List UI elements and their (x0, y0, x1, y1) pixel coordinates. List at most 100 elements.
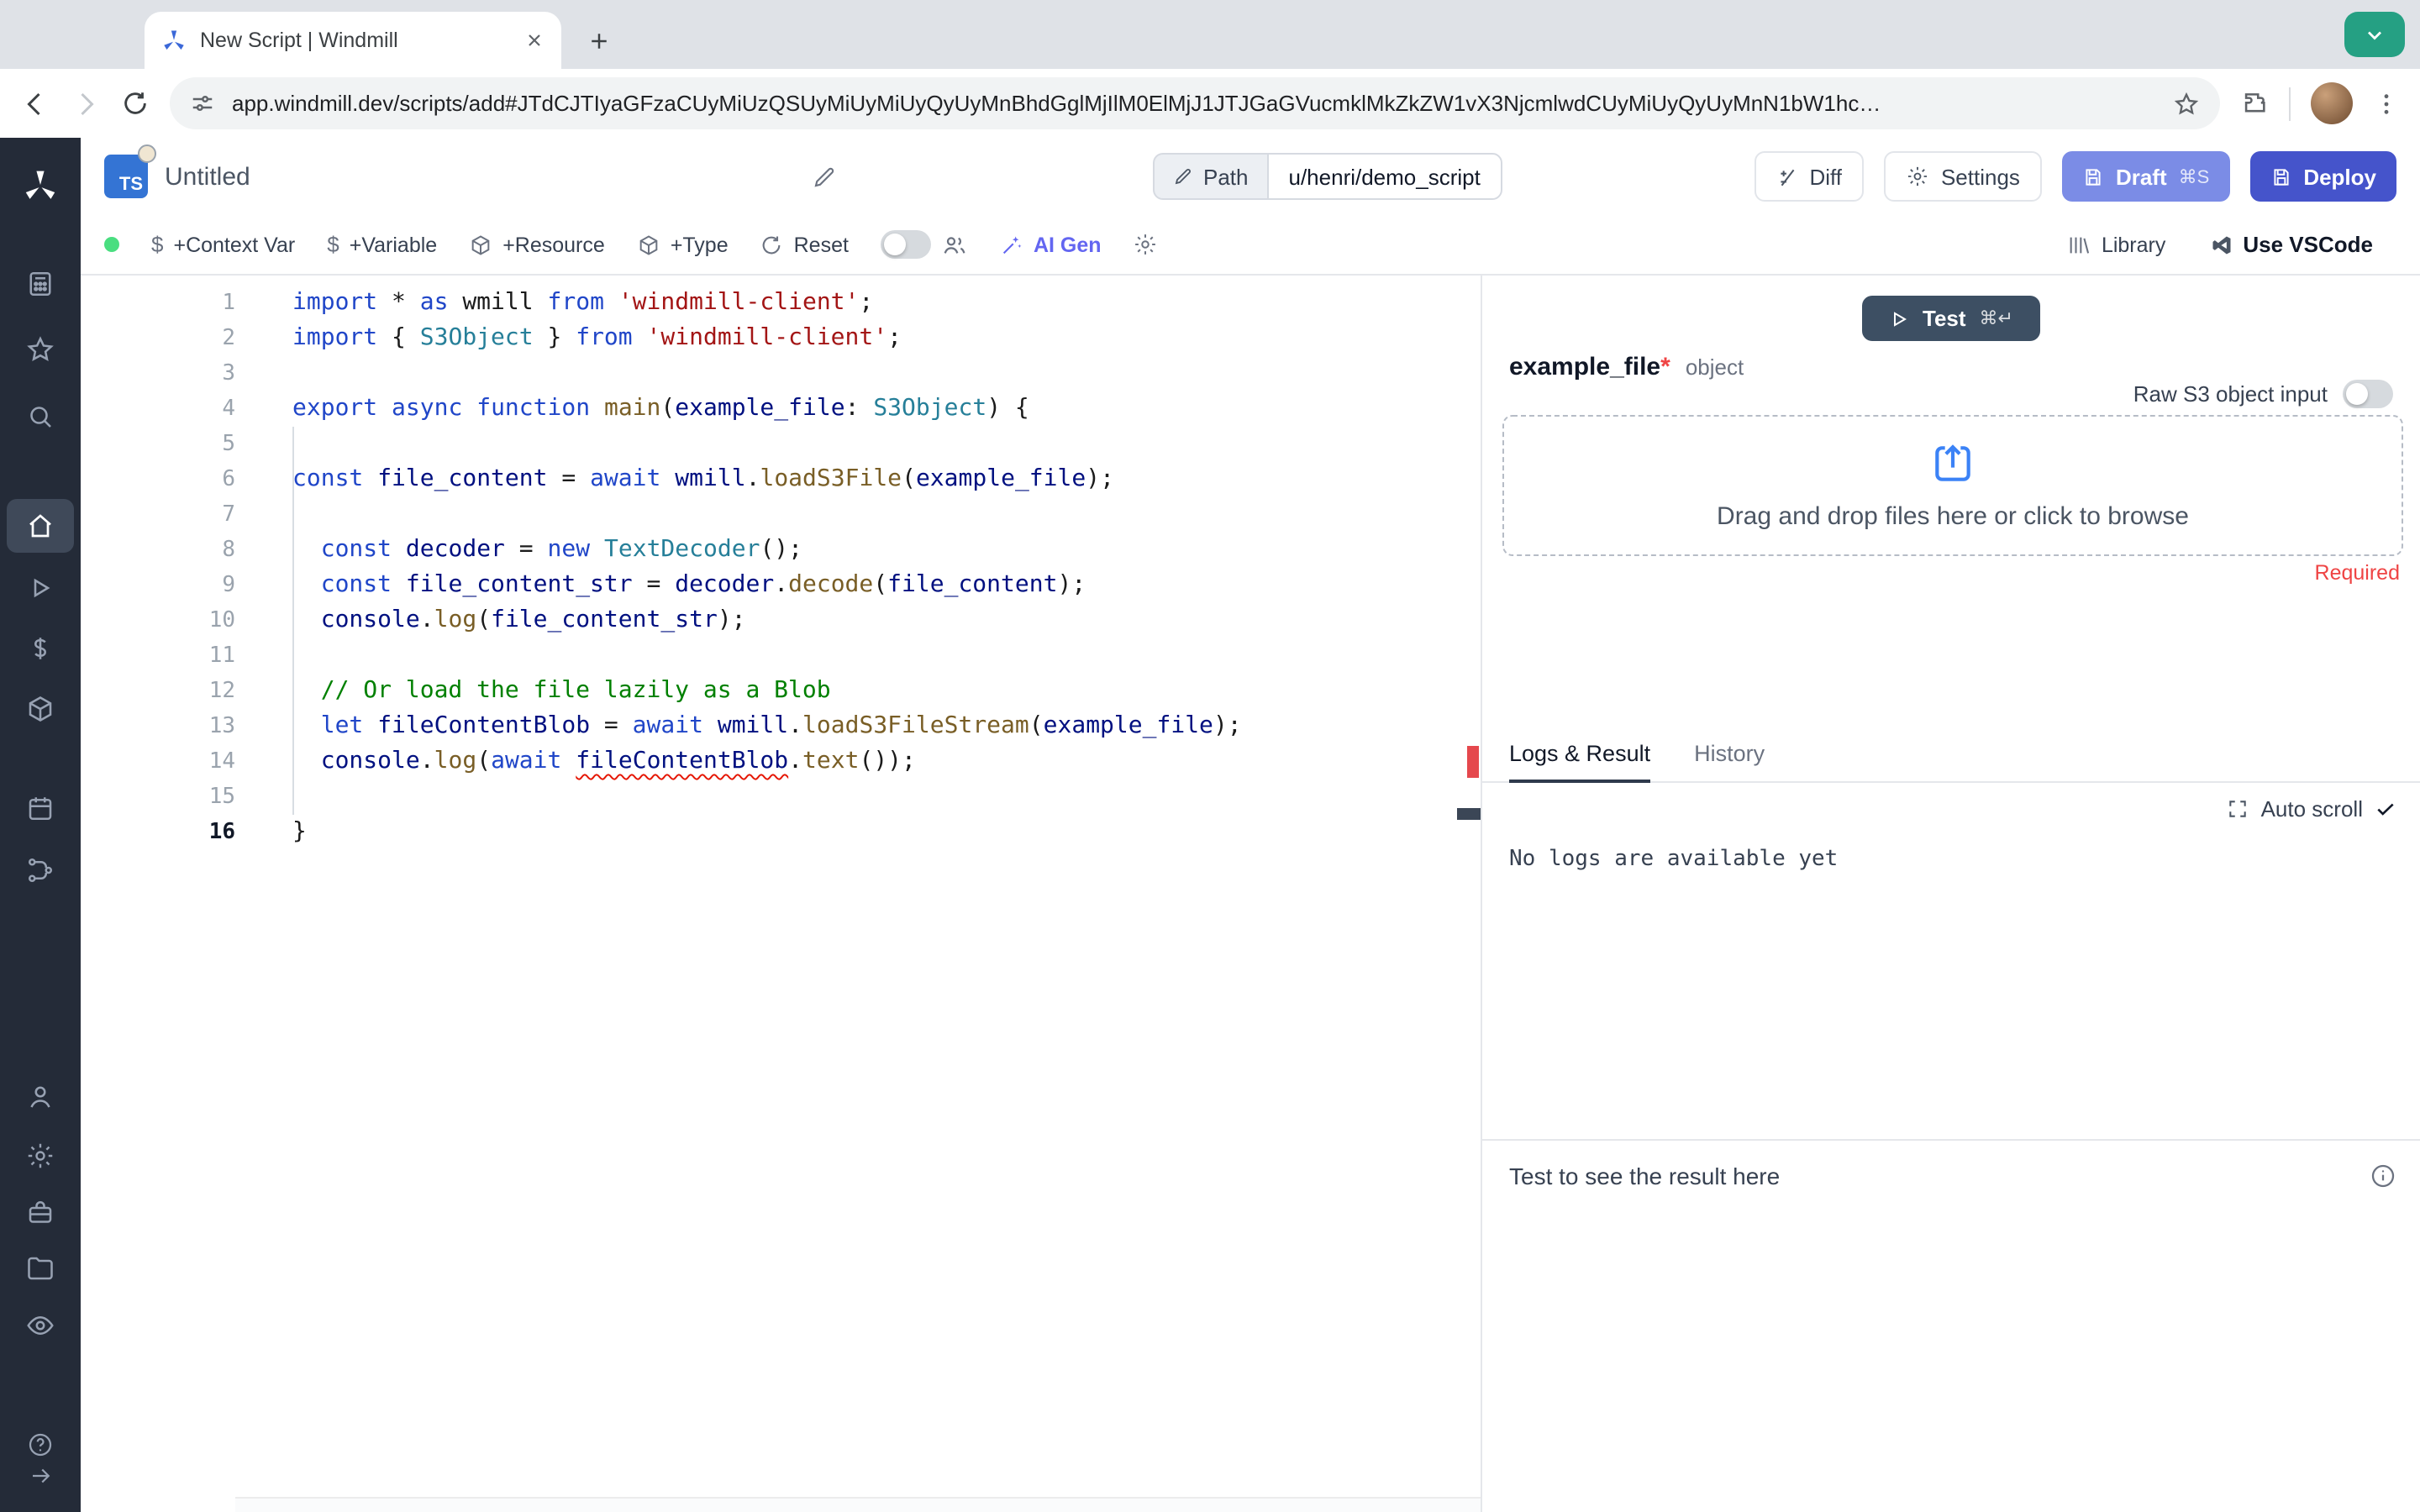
magic-wand-icon (1000, 233, 1023, 256)
file-dropzone[interactable]: Drag and drop files here or click to bro… (1502, 415, 2403, 556)
code-line[interactable]: 1 import * as wmill from 'windmill-client… (81, 286, 1481, 321)
horizontal-scrollbar[interactable] (235, 1497, 1481, 1512)
add-context-var-button[interactable]: $ +Context Var (151, 232, 295, 257)
edit-title-pencil-icon[interactable] (812, 164, 837, 189)
line-number: 5 (222, 432, 235, 457)
code-text: import * as wmill from 'windmill-client'… (292, 289, 874, 316)
dropzone-label: Drag and drop files here or click to bro… (1717, 502, 2189, 531)
forward-icon[interactable] (71, 88, 101, 118)
expand-icon[interactable] (2228, 798, 2249, 820)
browser-tab-strip: New Script | Windmill (0, 0, 2420, 69)
code-line[interactable]: 6 const file_content = await wmill.loadS3… (81, 462, 1481, 497)
raw-s3-toggle-row: Raw S3 object input (2133, 380, 2393, 408)
code-text: // Or load the file lazily as a Blob (320, 677, 831, 704)
sidebar-item-home[interactable] (0, 497, 81, 554)
code-line[interactable]: 14 console.log(await fileContentBlob.tex… (81, 744, 1481, 780)
sidebar-item-workers[interactable] (0, 1184, 81, 1242)
argument-type: object (1685, 354, 1744, 380)
reset-button[interactable]: Reset (760, 233, 849, 256)
code-line[interactable]: 3 (81, 356, 1481, 391)
path-edit-button[interactable]: Path (1153, 153, 1267, 200)
tab-history[interactable]: History (1694, 736, 1765, 781)
code-line[interactable]: 13 let fileContentBlob = await wmill.loa… (81, 709, 1481, 744)
sidebar-item-schedules[interactable] (0, 780, 81, 837)
diff-button[interactable]: Diff (1754, 151, 1864, 202)
add-variable-button[interactable]: $ +Variable (327, 232, 437, 257)
script-title[interactable]: Untitled (165, 162, 250, 191)
code-line[interactable]: 4 export async function main(example_file… (81, 391, 1481, 427)
sidebar-item-flows[interactable] (0, 842, 81, 899)
line-number: 6 (222, 467, 235, 492)
sidebar-item-runs[interactable] (0, 559, 81, 617)
browser-menu-icon[interactable] (2373, 90, 2400, 117)
reload-icon[interactable] (121, 89, 150, 118)
tab-title: New Script | Windmill (200, 29, 398, 52)
use-vscode-button[interactable]: Use VSCode (2209, 232, 2373, 257)
code-text: const decoder = new TextDecoder(); (320, 536, 803, 563)
code-line[interactable]: 10 console.log(file_content_str); (81, 603, 1481, 638)
tab-logs-result[interactable]: Logs & Result (1509, 736, 1651, 783)
settings-button[interactable]: Settings (1883, 151, 2042, 202)
raw-s3-toggle[interactable] (2343, 380, 2393, 408)
new-tab-button[interactable] (575, 17, 622, 64)
auto-scroll-control[interactable]: Auto scroll (2228, 796, 2396, 822)
scroll-marker[interactable] (1457, 808, 1481, 820)
code-text: export async function main(example_file:… (292, 395, 1029, 422)
site-settings-icon[interactable] (190, 91, 215, 116)
deploy-button[interactable]: Deploy (2249, 151, 2396, 202)
sidebar-item-folders[interactable] (0, 1240, 81, 1297)
ai-gen-button[interactable]: AI Gen (1000, 233, 1102, 256)
code-line[interactable]: 12 // Or load the file lazily as a Blob (81, 674, 1481, 709)
code-line[interactable]: 8 const decoder = new TextDecoder(); (81, 533, 1481, 568)
code-line[interactable]: 15 (81, 780, 1481, 815)
browser-tab[interactable]: New Script | Windmill (145, 12, 561, 69)
sidebar-item-favorites[interactable] (0, 321, 81, 378)
code-lines: 1 import * as wmill from 'windmill-client… (81, 276, 1481, 850)
dollar-icon: $ (151, 232, 164, 257)
library-icon (2068, 233, 2091, 256)
sidebar-collapse-arrow-icon[interactable] (0, 1446, 81, 1504)
multiplayer-toggle[interactable] (880, 230, 968, 259)
sidebar-item-variables[interactable] (0, 620, 81, 677)
line-number: 7 (222, 502, 235, 528)
browser-profile-chevron-button[interactable] (2344, 12, 2405, 57)
url-text[interactable]: app.windmill.dev/scripts/add#JTdCJTIyaGF… (232, 91, 2156, 116)
draft-button[interactable]: Draft ⌘S (2061, 151, 2230, 202)
address-bar[interactable]: app.windmill.dev/scripts/add#JTdCJTIyaGF… (170, 77, 2220, 129)
editor-settings-gear-icon[interactable] (1134, 232, 1159, 257)
windmill-script-editor: New Script | Windmill app.windmill.dev/s… (0, 0, 2420, 1512)
windmill-logo[interactable] (0, 158, 81, 215)
add-resource-button[interactable]: +Resource (469, 233, 605, 256)
code-line[interactable]: 5 (81, 427, 1481, 462)
sidebar-item-audit-logs[interactable] (0, 1297, 81, 1354)
sidebar-item-settings[interactable] (0, 1127, 81, 1184)
code-editor[interactable]: 1 import * as wmill from 'windmill-client… (81, 276, 1482, 1512)
sidebar-item-user[interactable] (0, 1068, 81, 1126)
extensions-icon[interactable] (2240, 89, 2269, 118)
panel-tabs: Logs & Result History (1482, 736, 2420, 783)
code-line[interactable]: 7 (81, 497, 1481, 533)
sidebar-item-resources[interactable] (0, 680, 81, 738)
line-number: 11 (208, 643, 235, 669)
code-line[interactable]: 16} (81, 815, 1481, 850)
code-text: const file_content_str = decoder.decode(… (320, 571, 1086, 598)
info-icon[interactable] (2370, 1163, 2396, 1189)
browser-avatar[interactable] (2311, 82, 2353, 124)
sidebar-item-apps[interactable] (0, 255, 81, 312)
code-line[interactable]: 11 (81, 638, 1481, 674)
bookmark-star-icon[interactable] (2173, 90, 2200, 117)
path-value[interactable]: u/henri/demo_script (1266, 153, 1502, 200)
dollar-icon: $ (327, 232, 339, 257)
code-line[interactable]: 9 const file_content_str = decoder.decod… (81, 568, 1481, 603)
add-type-button[interactable]: +Type (637, 233, 729, 256)
indent-guide (292, 427, 294, 815)
library-button[interactable]: Library (2068, 233, 2165, 256)
code-line[interactable]: 2 import { S3Object } from 'windmill-clie… (81, 321, 1481, 356)
test-button[interactable]: Test ⌘↵ (1862, 296, 2040, 341)
tab-close-icon[interactable] (524, 30, 544, 50)
back-icon[interactable] (20, 88, 50, 118)
toggle-off[interactable] (880, 230, 931, 259)
sidebar-item-search[interactable] (0, 388, 81, 445)
